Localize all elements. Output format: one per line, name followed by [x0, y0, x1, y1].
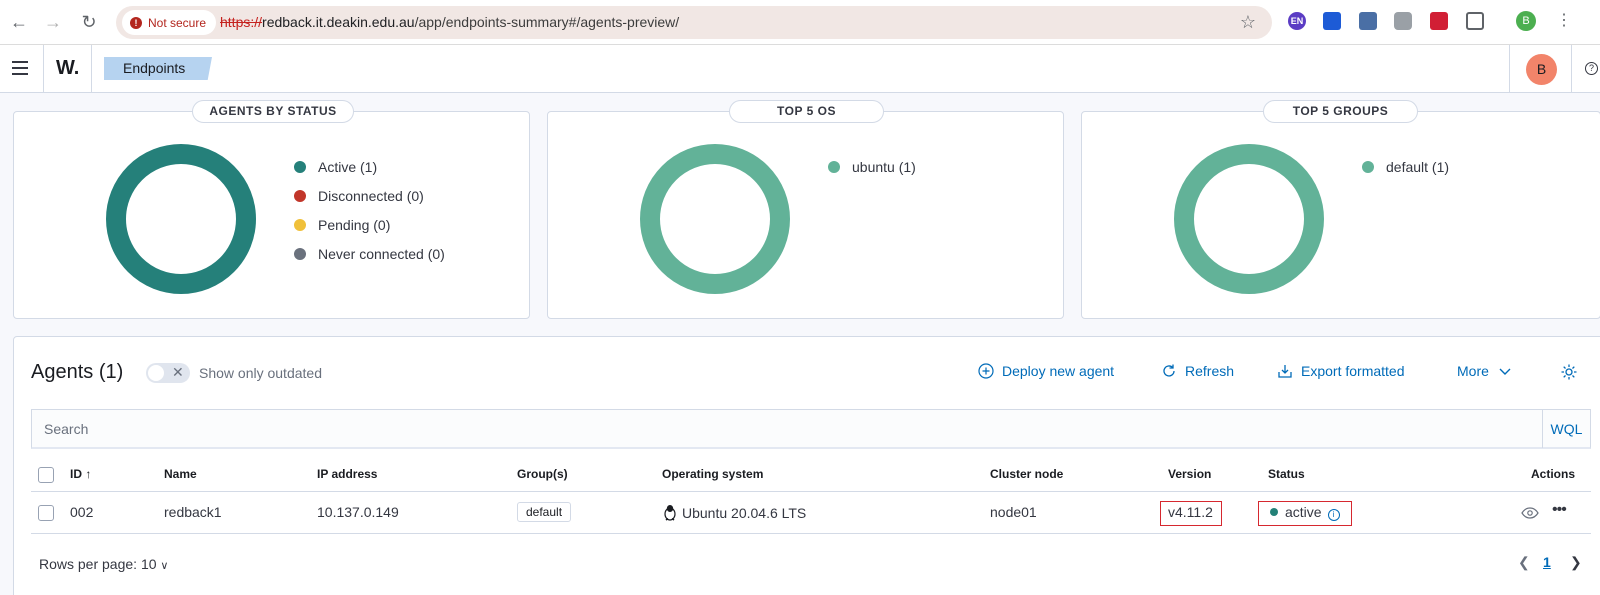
wql-button[interactable]: WQL	[1542, 410, 1590, 448]
agent-id: 002	[70, 504, 94, 520]
url-text[interactable]: https://redback.it.deakin.edu.au/app/end…	[220, 14, 679, 30]
toggle-label: Show only outdated	[199, 365, 322, 381]
bookmark-star-icon[interactable]: ☆	[1240, 12, 1256, 33]
legend-item-default[interactable]: default (1)	[1362, 152, 1449, 181]
plus-circle-icon	[978, 363, 994, 379]
browser-menu-icon[interactable]: ⋮	[1556, 12, 1572, 30]
legend-item-never-connected[interactable]: Never connected (0)	[294, 239, 445, 268]
column-header-ip[interactable]: IP address	[317, 467, 377, 481]
puzzle-extensions-icon[interactable]	[1466, 12, 1484, 30]
chevron-down-icon: ∨	[160, 560, 169, 572]
donut-ring	[640, 144, 790, 294]
menu-icon[interactable]	[12, 61, 28, 75]
gear-icon[interactable]	[1560, 363, 1578, 381]
search-input[interactable]	[32, 410, 1517, 448]
column-header-groups[interactable]: Group(s)	[517, 467, 568, 481]
next-page-icon[interactable]: ❯	[1570, 554, 1582, 571]
agent-version: v4.11.2	[1168, 504, 1213, 520]
donut-ring	[106, 144, 256, 294]
top-groups-panel: TOP 5 GROUPS default (1)	[1081, 100, 1600, 319]
more-actions-icon[interactable]: •••	[1552, 501, 1567, 519]
donut-ring	[1174, 144, 1324, 294]
security-chip[interactable]: ! Not secure	[122, 10, 217, 35]
avatar[interactable]: B	[1526, 54, 1557, 85]
row-checkbox[interactable]	[38, 505, 54, 521]
forward-icon[interactable]: →	[42, 11, 64, 33]
agents-table-card: Agents (1) ✕ Show only outdated Deploy n…	[13, 336, 1600, 595]
legend-item-active[interactable]: Active (1)	[294, 152, 445, 181]
group-badge[interactable]: default	[517, 502, 572, 522]
rows-per-page-select[interactable]: Rows per page: 10 ∨	[39, 556, 168, 572]
app-header: W. Endpoints B ?	[0, 45, 1600, 93]
groups-legend: default (1)	[1362, 152, 1449, 181]
agent-os: Ubuntu 20.04.6 LTS	[662, 504, 806, 521]
column-header-version[interactable]: Version	[1168, 467, 1211, 481]
export-icon	[1278, 365, 1292, 378]
status-legend: Active (1) Disconnected (0) Pending (0) …	[294, 152, 445, 268]
column-header-id[interactable]: ID ↑	[70, 467, 91, 481]
help-icon[interactable]: ?	[1585, 62, 1598, 75]
agents-by-status-panel: AGENTS BY STATUS Active (1) Disconnected…	[13, 100, 530, 319]
legend-item-pending[interactable]: Pending (0)	[294, 210, 445, 239]
eye-icon[interactable]	[1521, 507, 1539, 519]
column-header-status[interactable]: Status	[1268, 467, 1305, 481]
select-all-checkbox[interactable]	[38, 467, 54, 483]
column-header-cluster[interactable]: Cluster node	[990, 467, 1063, 481]
browser-profile-avatar[interactable]: B	[1516, 11, 1536, 31]
search-bar: WQL	[31, 409, 1591, 449]
refresh-icon	[1163, 364, 1175, 377]
deploy-agent-button[interactable]: Deploy new agent	[978, 363, 1114, 379]
prev-page-icon[interactable]: ❮	[1518, 554, 1530, 571]
agent-ip: 10.137.0.149	[317, 504, 399, 520]
groups-donut-chart	[1174, 144, 1324, 294]
security-label: Not secure	[148, 15, 207, 30]
column-header-name[interactable]: Name	[164, 467, 197, 481]
warning-icon: !	[130, 16, 142, 29]
status-donut-chart	[106, 144, 256, 294]
address-bar[interactable]: ! Not secure https://redback.it.deakin.e…	[116, 6, 1272, 39]
legend-item-ubuntu[interactable]: ubuntu (1)	[828, 152, 916, 181]
linux-penguin-icon	[664, 505, 676, 521]
os-legend: ubuntu (1)	[828, 152, 916, 181]
extension-icon[interactable]	[1430, 12, 1448, 30]
page-number[interactable]: 1	[1543, 554, 1551, 570]
agent-cluster-node: node01	[990, 504, 1037, 520]
url-scheme: https://	[220, 14, 263, 30]
camera-extension-icon[interactable]	[1394, 12, 1412, 30]
chevron-down-icon	[1499, 368, 1511, 375]
app-logo[interactable]: W.	[56, 57, 79, 80]
sort-arrow-up-icon: ↑	[85, 467, 92, 481]
reload-icon[interactable]: ↻	[78, 11, 100, 33]
agent-name[interactable]: redback1	[164, 504, 222, 520]
panel-title: AGENTS BY STATUS	[192, 100, 354, 123]
close-icon: ✕	[172, 364, 184, 380]
panel-title: TOP 5 GROUPS	[1263, 100, 1418, 123]
legend-item-disconnected[interactable]: Disconnected (0)	[294, 181, 445, 210]
agents-title: Agents (1)	[31, 361, 124, 383]
agent-status: active i	[1270, 504, 1340, 521]
extension-icon[interactable]	[1323, 12, 1341, 30]
extension-icon[interactable]	[1359, 12, 1377, 30]
browser-toolbar: ← → ↻ ! Not secure https://redback.it.de…	[0, 0, 1600, 45]
export-formatted-button[interactable]: Export formatted	[1277, 363, 1405, 379]
info-icon[interactable]: i	[1327, 509, 1340, 521]
panel-title: TOP 5 OS	[729, 100, 884, 123]
url-path: /app/endpoints-summary#/agents-preview/	[414, 14, 680, 30]
more-button[interactable]: More	[1457, 363, 1513, 379]
status-dot	[1270, 508, 1278, 516]
extension-en-icon[interactable]: EN	[1288, 12, 1306, 30]
top-os-panel: TOP 5 OS ubuntu (1)	[547, 100, 1064, 319]
os-donut-chart	[640, 144, 790, 294]
breadcrumb[interactable]: Endpoints	[104, 57, 212, 80]
column-header-os[interactable]: Operating system	[662, 467, 763, 481]
back-icon[interactable]: ←	[8, 11, 30, 33]
url-host: redback.it.deakin.edu.au	[262, 14, 415, 30]
column-header-actions: Actions	[1531, 467, 1576, 481]
refresh-button[interactable]: Refresh	[1161, 363, 1234, 379]
outdated-toggle[interactable]: ✕	[146, 363, 190, 383]
